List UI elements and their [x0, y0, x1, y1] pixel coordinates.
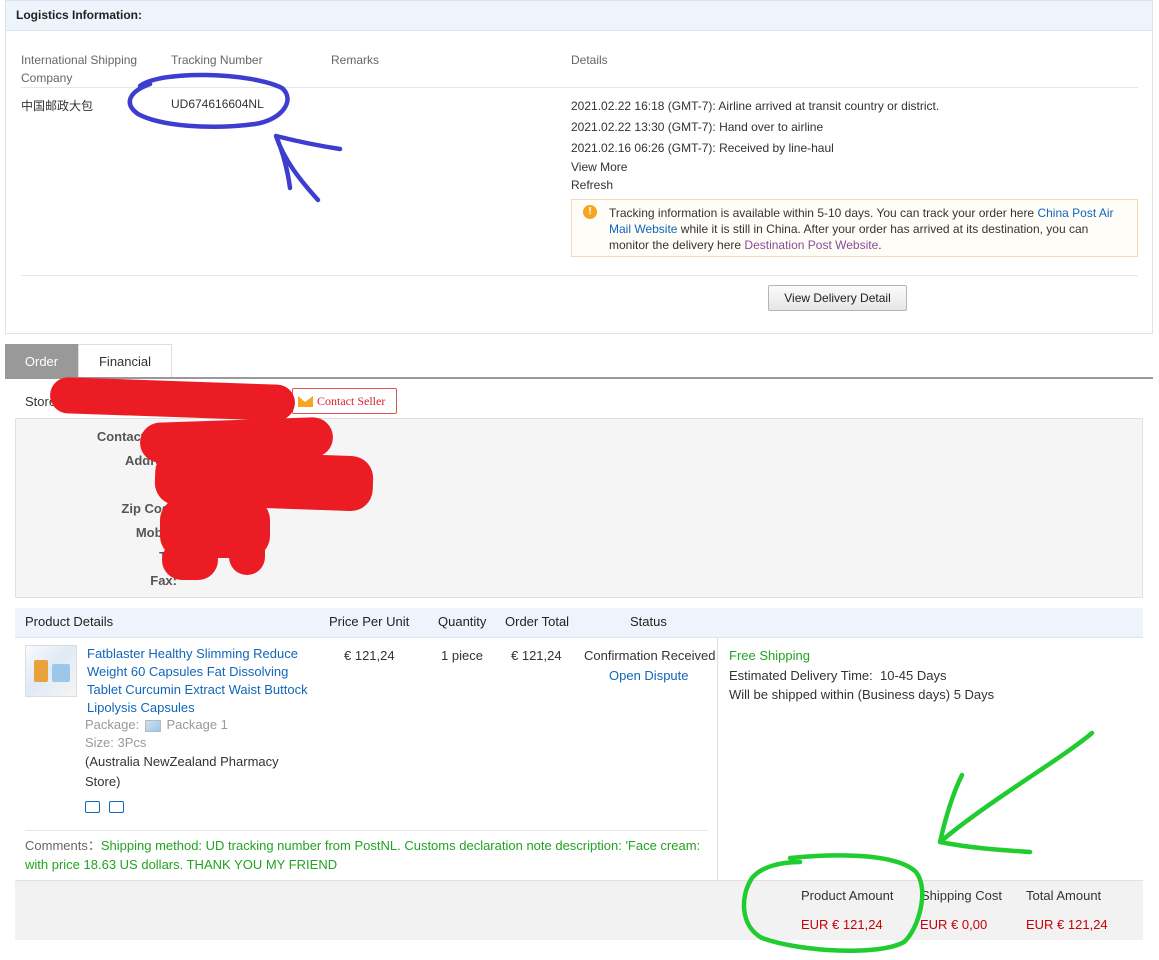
product-table-header: Product Details Price Per Unit Quantity … [15, 608, 1143, 638]
shipping-cost-label: Shipping Cost [921, 888, 1002, 903]
unit-price: € 121,24 [344, 648, 395, 663]
column-divider [717, 638, 718, 880]
product-amount-value: EUR € 121,24 [801, 917, 883, 932]
tab-order[interactable]: Order [5, 344, 78, 378]
total-amount-label: Total Amount [1026, 888, 1102, 903]
notice-text-part: Tracking information is available within… [609, 206, 1038, 220]
estimated-delivery: Estimated Delivery Time: 10-45 Days [729, 668, 946, 683]
view-more-link[interactable]: View More [571, 160, 627, 174]
header-price-per-unit: Price Per Unit [329, 614, 410, 629]
redaction-scribble [162, 540, 218, 580]
refresh-link[interactable]: Refresh [571, 178, 613, 192]
header-shipping-company: International Shipping Company [21, 53, 138, 85]
open-dispute-link[interactable]: Open Dispute [609, 668, 689, 683]
comments-label: Comments： [25, 838, 101, 853]
total-amount-value: EUR € 121,24 [1026, 917, 1108, 932]
tracking-event: 2021.02.22 13:30 (GMT-7): Hand over to a… [571, 120, 824, 134]
package-info: Package: Package 1 [85, 717, 228, 732]
redaction-scribble [229, 508, 265, 575]
quantity: 1 piece [441, 648, 483, 663]
header-order-total: Order Total [505, 614, 570, 629]
product-action-icons [85, 799, 133, 813]
header-tracking-number: Tracking Number [171, 53, 263, 67]
header-details: Details [571, 53, 608, 67]
shipping-cost-value: EUR € 0,00 [920, 917, 988, 932]
tracking-notice: ! Tracking information is available with… [571, 199, 1138, 257]
order-status: Confirmation Received [584, 648, 716, 663]
order-total: € 121,24 [511, 648, 562, 663]
header-remarks: Remarks [331, 53, 380, 67]
tab-financial[interactable]: Financial [78, 344, 172, 378]
contact-seller-label: Contact Seller [317, 393, 386, 408]
product-thumbnail[interactable] [25, 645, 77, 697]
estimated-delivery-label: Estimated Delivery Time: [729, 668, 873, 683]
truck-icon[interactable] [85, 800, 100, 813]
notice-text: Tracking information is available within… [609, 205, 1129, 253]
shipping-company: 中国邮政大包 [21, 99, 94, 113]
card-icon[interactable] [109, 800, 124, 813]
header-status: Status [630, 614, 667, 629]
notice-text-part: . [878, 238, 882, 252]
logistics-panel: Logistics Information: International Shi… [5, 0, 1153, 334]
divider [21, 87, 1138, 88]
header-product-details: Product Details [25, 614, 114, 629]
lightbulb-icon: ! [583, 205, 597, 219]
view-delivery-detail-button[interactable]: View Delivery Detail [768, 285, 907, 311]
product-size: Size: 3Pcs [85, 735, 147, 750]
product-amount-label: Product Amount [801, 888, 894, 903]
estimated-delivery-value: 10-45 Days [880, 668, 947, 683]
comments-text: Shipping method: UD tracking number from… [25, 838, 701, 872]
destination-post-link[interactable]: Destination Post Website [744, 238, 878, 252]
package-label: Package: [85, 717, 140, 732]
logistics-title: Logistics Information: [6, 1, 1152, 31]
envelope-icon [298, 395, 313, 407]
product-name-link[interactable]: Fatblaster Healthy Slimming Reduce Weigh… [87, 645, 312, 717]
header-quantity: Quantity [438, 614, 487, 629]
tracking-event: 2021.02.22 16:18 (GMT-7): Airline arrive… [571, 99, 940, 113]
package-value: Package 1 [166, 717, 228, 732]
divider [21, 275, 1138, 276]
redaction-scribble [49, 376, 296, 422]
contact-seller-button[interactable]: Contact Seller [292, 388, 397, 414]
product-shop: (Australia NewZealand Pharmacy Store) [85, 754, 279, 789]
tab-underline [5, 377, 1153, 379]
divider [25, 830, 708, 831]
ship-within: Will be shipped within (Business days) 5… [729, 687, 995, 702]
order-comments: Comments：Shipping method: UD tracking nu… [25, 836, 710, 874]
package-icon [144, 719, 161, 732]
free-shipping-text: Free Shipping [729, 648, 810, 663]
tracking-number: UD674616604NL [171, 97, 264, 111]
tracking-event: 2021.02.16 06:26 (GMT-7): Received by li… [571, 141, 834, 155]
